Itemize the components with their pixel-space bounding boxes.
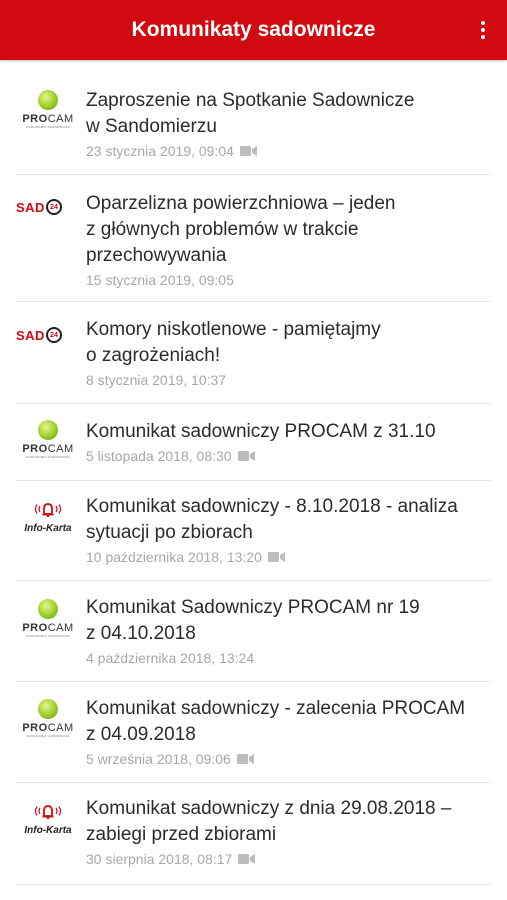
item-date: 15 stycznia 2019, 09:05 bbox=[86, 272, 234, 288]
list-item[interactable]: PROCAM AGRONOMIA SADOWNICZA Komunikat sado… bbox=[16, 404, 491, 481]
procam-logo: PROCAM AGRONOMIA SADOWNICZA bbox=[16, 699, 80, 738]
page-title: Komunikaty sadownicze bbox=[131, 18, 376, 41]
item-title-line: o zagrożeniach! bbox=[86, 345, 221, 366]
source-logo: SAD 24 bbox=[16, 199, 80, 215]
sad24-logo: SAD 24 bbox=[16, 327, 80, 343]
item-title-line: z głównych problemów w trakcie bbox=[86, 219, 359, 240]
procam-tagline: AGRONOMIA SADOWNICZA bbox=[26, 634, 70, 638]
item-title: Komunikat sadowniczy z dnia 29.08.2018 –… bbox=[86, 796, 491, 848]
source-logo: Info-Karta bbox=[16, 501, 80, 534]
item-title-line: Komunikat sadowniczy z dnia 29.08.2018 – bbox=[86, 798, 452, 819]
item-title-line: z 04.09.2018 bbox=[86, 724, 196, 745]
item-title: Komory niskotlenowe - pamiętajmy o zagroż… bbox=[86, 317, 491, 369]
bell-icon bbox=[32, 803, 64, 824]
video-icon bbox=[239, 145, 257, 157]
procam-word-b: CAM bbox=[47, 113, 74, 125]
item-title-line: przechowywania bbox=[86, 245, 227, 266]
item-title-line: zabiegi przed zbiorami bbox=[86, 824, 277, 845]
video-icon bbox=[267, 551, 285, 563]
infokarta-logo: Info-Karta bbox=[16, 501, 80, 534]
item-title-line: Komunikat sadowniczy - zalecenia PROCAM bbox=[86, 698, 466, 719]
video-icon bbox=[236, 753, 254, 765]
list-item[interactable]: Info-Karta Komunikat sadowniczy - 8.10.20… bbox=[16, 481, 491, 581]
sad24-badge: 24 bbox=[45, 199, 62, 215]
source-logo: PROCAM AGRONOMIA SADOWNICZA bbox=[16, 420, 80, 459]
source-logo: SAD 24 bbox=[16, 327, 80, 343]
item-date: 10 października 2018, 13:20 bbox=[86, 549, 262, 565]
apple-icon bbox=[38, 420, 58, 440]
list-item[interactable]: PROCAM AGRONOMIA SADOWNICZA Komunikat Sado… bbox=[16, 581, 491, 682]
item-title-line: Komory niskotlenowe - pamiętajmy bbox=[86, 319, 381, 340]
list-item[interactable]: SAD 24 Oparzelizna powierzchniowa – jeden z… bbox=[16, 175, 491, 302]
list-item[interactable]: Info-Karta Komunikat sadowniczy z dnia 29… bbox=[16, 783, 491, 885]
item-meta: 30 sierpnia 2018, 08:17 bbox=[86, 851, 491, 867]
apple-icon bbox=[38, 599, 58, 619]
item-meta: 8 stycznia 2019, 10:37 bbox=[86, 372, 491, 388]
apple-icon bbox=[38, 699, 58, 719]
sad24-logo: SAD 24 bbox=[16, 199, 80, 215]
item-title-line: Oparzelizna powierzchniowa – jeden bbox=[86, 193, 396, 214]
procam-word-b: CAM bbox=[47, 722, 74, 734]
item-title: Oparzelizna powierzchniowa – jeden z głów… bbox=[86, 191, 491, 269]
item-title-line: Zaproszenie na Spotkanie Sadownicze bbox=[86, 90, 415, 111]
source-logo: PROCAM AGRONOMIA SADOWNICZA bbox=[16, 90, 80, 129]
procam-logo: PROCAM AGRONOMIA SADOWNICZA bbox=[16, 90, 80, 129]
item-title: Komunikat Sadowniczy PROCAM nr 19 z 04.10… bbox=[86, 595, 491, 647]
sad24-word: SAD bbox=[16, 199, 45, 215]
item-title: Komunikat sadowniczy PROCAM z 31.10 bbox=[86, 419, 491, 445]
list-item[interactable]: PROCAM AGRONOMIA SADOWNICZA Komunikat sado… bbox=[16, 682, 491, 783]
sad24-badge: 24 bbox=[45, 327, 62, 343]
item-title: Komunikat sadowniczy - 8.10.2018 - anali… bbox=[86, 494, 491, 546]
procam-word-b: CAM bbox=[47, 443, 74, 455]
source-logo: Info-Karta bbox=[16, 803, 80, 836]
procam-tagline: AGRONOMIA SADOWNICZA bbox=[26, 455, 70, 459]
item-meta: 4 października 2018, 13:24 bbox=[86, 650, 491, 666]
apple-icon bbox=[38, 90, 58, 110]
item-meta: 23 stycznia 2019, 09:04 bbox=[86, 143, 491, 159]
procam-word-a: PRO bbox=[22, 622, 48, 634]
bell-icon bbox=[32, 501, 64, 522]
item-meta: 15 stycznia 2019, 09:05 bbox=[86, 272, 491, 288]
item-date: 5 listopada 2018, 08:30 bbox=[86, 448, 232, 464]
item-title: Zaproszenie na Spotkanie Sadownicze w San… bbox=[86, 88, 491, 140]
item-date: 8 stycznia 2019, 10:37 bbox=[86, 372, 227, 388]
app-bar: Komunikaty sadownicze bbox=[0, 0, 507, 60]
procam-tagline: AGRONOMIA SADOWNICZA bbox=[26, 125, 70, 129]
procam-word-a: PRO bbox=[22, 722, 48, 734]
list-item[interactable]: PROCAM AGRONOMIA SADOWNICZA Zaproszenie na… bbox=[16, 60, 491, 175]
item-meta: 10 października 2018, 13:20 bbox=[86, 549, 491, 565]
procam-word-a: PRO bbox=[22, 443, 48, 455]
item-date: 23 stycznia 2019, 09:04 bbox=[86, 143, 234, 159]
item-date: 30 sierpnia 2018, 08:17 bbox=[86, 851, 233, 867]
source-logo: PROCAM AGRONOMIA SADOWNICZA bbox=[16, 699, 80, 738]
item-date: 4 października 2018, 13:24 bbox=[86, 650, 255, 666]
infokarta-logo: Info-Karta bbox=[16, 803, 80, 836]
item-title-line: z 04.10.2018 bbox=[86, 623, 196, 644]
item-meta: 5 listopada 2018, 08:30 bbox=[86, 448, 491, 464]
procam-tagline: AGRONOMIA SADOWNICZA bbox=[26, 734, 70, 738]
procam-logo: PROCAM AGRONOMIA SADOWNICZA bbox=[16, 599, 80, 638]
item-title-line: w Sandomierzu bbox=[86, 116, 217, 137]
item-date: 5 września 2018, 09:06 bbox=[86, 751, 231, 767]
news-list: PROCAM AGRONOMIA SADOWNICZA Zaproszenie na… bbox=[0, 60, 507, 885]
procam-word-b: CAM bbox=[47, 622, 74, 634]
item-title-line: sytuacji po zbiorach bbox=[86, 522, 253, 543]
video-icon bbox=[238, 853, 256, 865]
procam-word-a: PRO bbox=[22, 113, 48, 125]
item-title-line: Komunikat Sadowniczy PROCAM nr 19 bbox=[86, 597, 420, 618]
source-logo: PROCAM AGRONOMIA SADOWNICZA bbox=[16, 599, 80, 638]
item-meta: 5 września 2018, 09:06 bbox=[86, 751, 491, 767]
procam-logo: PROCAM AGRONOMIA SADOWNICZA bbox=[16, 420, 80, 459]
sad24-word: SAD bbox=[16, 327, 45, 343]
item-title-line: Komunikat sadowniczy - 8.10.2018 - anali… bbox=[86, 496, 458, 517]
item-title-line: Komunikat sadowniczy PROCAM z 31.10 bbox=[86, 421, 436, 442]
list-item[interactable]: SAD 24 Komory niskotlenowe - pamiętajmy o z… bbox=[16, 302, 491, 404]
infokarta-word: Info-Karta bbox=[24, 825, 72, 836]
infokarta-word: Info-Karta bbox=[24, 523, 72, 534]
video-icon bbox=[237, 450, 255, 462]
item-title: Komunikat sadowniczy - zalecenia PROCAM z… bbox=[86, 696, 491, 748]
more-vert-icon[interactable] bbox=[469, 14, 497, 46]
